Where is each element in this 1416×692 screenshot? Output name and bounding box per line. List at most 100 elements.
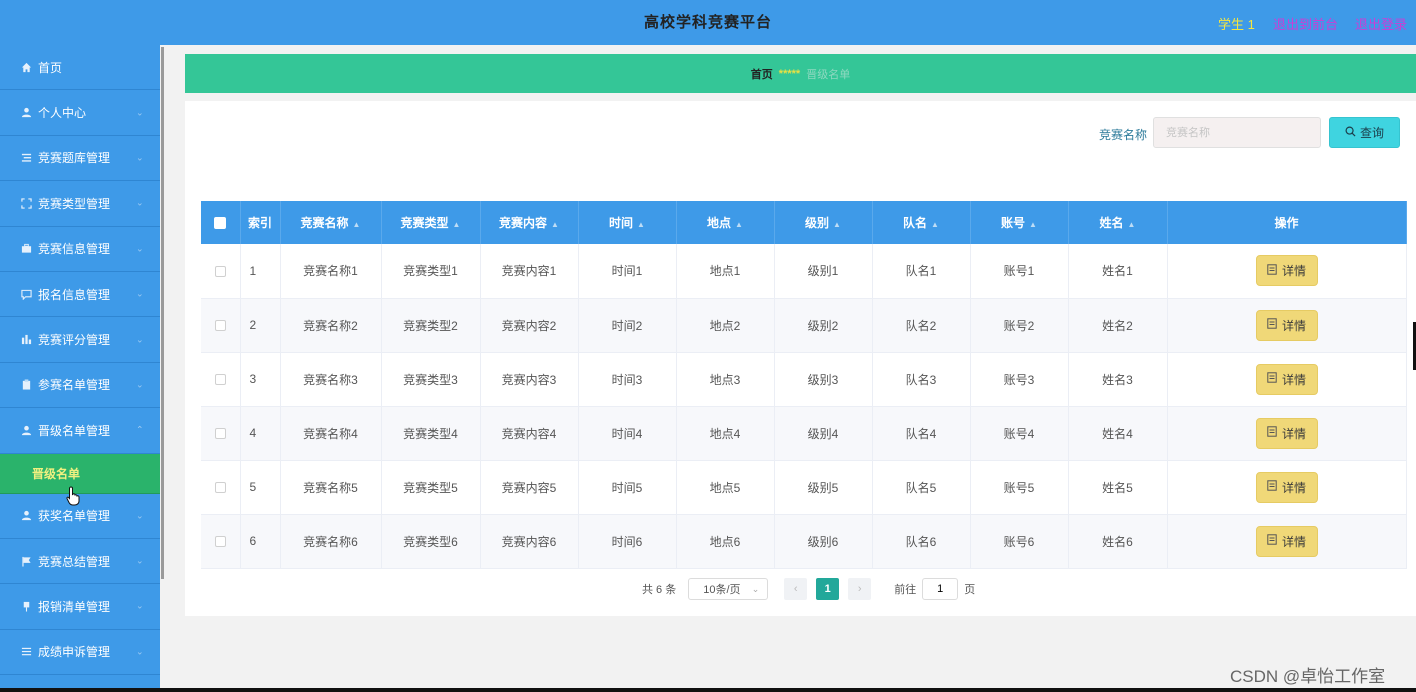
sidebar-item-reimbursement[interactable]: 报销清单管理 ⌄ [0,584,160,630]
detail-button[interactable]: 详情 [1255,525,1318,557]
sidebar-item-scoring[interactable]: 竞赛评分管理 ⌄ [0,317,160,363]
select-all-checkbox[interactable] [201,201,241,244]
pin-icon [20,600,32,612]
row-checkbox[interactable] [201,298,241,353]
row-checkbox[interactable] [201,460,241,515]
cell-content: 竞赛内容6 [480,514,579,569]
sidebar-item-label: 报名信息管理 [38,287,111,302]
sidebar-scrollbar[interactable] [161,47,164,579]
column-header-time[interactable]: 时间 ▲︎ [578,201,677,244]
row-checkbox[interactable] [201,352,241,407]
breadcrumb: 首页 ***** 晋级名单 [185,54,1416,93]
goto-page-input[interactable] [922,578,959,600]
chevron-down-icon: ⌄ [136,600,144,611]
column-header-level[interactable]: 级别 ▲︎ [774,201,873,244]
sidebar-item-promotion[interactable]: 晋级名单管理 ⌃ [0,408,160,454]
prev-page-button[interactable]: ‹ [784,578,808,600]
page-size-select[interactable]: 10条/页 ⌄ [688,578,769,600]
table-row: 1 竞赛名称1 竞赛类型1 竞赛内容1 时间1 地点1 级别1 队名1 账号1 姓名1 详情 [201,244,1407,299]
sort-icon[interactable]: ▲︎ [931,220,939,229]
watermark: CSDN @卓怡工作室 [1230,667,1386,686]
detail-button[interactable]: 详情 [1255,309,1318,341]
cell-index: 2 [240,298,281,353]
sidebar-item-label: 首页 [38,60,63,75]
cell-team: 队名1 [872,244,971,299]
sort-icon[interactable]: ▲︎ [1029,220,1037,229]
detail-button[interactable]: 详情 [1255,363,1318,395]
row-checkbox[interactable] [201,244,241,299]
next-page-button[interactable]: › [848,578,872,600]
cell-actions: 详情 [1167,406,1407,461]
column-header-place[interactable]: 地点 ▲︎ [676,201,775,244]
sort-icon[interactable]: ▲︎ [1128,220,1136,229]
column-header-content[interactable]: 竞赛内容 ▲︎ [480,201,579,244]
document-icon [1267,264,1277,278]
cell-account: 账号5 [970,460,1069,515]
cell-content: 竞赛内容4 [480,406,579,461]
back-to-frontend-link[interactable]: 退出到前台 [1273,14,1338,33]
chevron-left-icon: ‹ [793,583,798,595]
search-button[interactable]: 查询 [1329,117,1400,148]
cell-person: 姓名6 [1068,514,1168,569]
search-input[interactable] [1153,117,1321,148]
sidebar-item-participants[interactable]: 参赛名单管理 ⌄ [0,363,160,409]
cell-index: 4 [240,406,281,461]
sidebar-item-label: 竞赛题库管理 [38,151,111,166]
chevron-down-icon: ⌄ [136,334,144,345]
column-header-name[interactable]: 竞赛名称 ▲︎ [280,201,382,244]
table-row: 4 竞赛名称4 竞赛类型4 竞赛内容4 时间4 地点4 级别4 队名4 账号4 姓名4 详情 [201,406,1407,461]
column-header-person[interactable]: 姓名 ▲︎ [1068,201,1168,244]
document-icon [1267,480,1277,494]
sort-icon[interactable]: ▲︎ [551,220,559,229]
menu-icon [20,646,32,658]
row-checkbox[interactable] [201,406,241,461]
cell-actions: 详情 [1167,514,1407,569]
detail-button[interactable]: 详情 [1255,255,1318,287]
sort-icon[interactable]: ▲︎ [637,220,645,229]
logout-link[interactable]: 退出登录 [1355,14,1407,33]
cell-team: 队名5 [872,460,971,515]
user-icon [20,510,32,522]
cell-person: 姓名5 [1068,460,1168,515]
sort-icon[interactable]: ▲︎ [353,220,361,229]
cell-index: 1 [240,244,281,299]
cell-name: 竞赛名称6 [280,514,382,569]
sidebar-item-home[interactable]: 首页 [0,45,160,91]
sidebar-item-appeal[interactable]: 成绩申诉管理 ⌄ [0,630,160,676]
cell-level: 级别6 [774,514,873,569]
cell-place: 地点1 [676,244,775,299]
cell-level: 级别5 [774,460,873,515]
sidebar-item-registration[interactable]: 报名信息管理 ⌄ [0,272,160,318]
chevron-up-icon: ⌃ [136,424,144,435]
breadcrumb-home[interactable]: 首页 [751,66,773,82]
column-header-type[interactable]: 竞赛类型 ▲︎ [381,201,481,244]
detail-button[interactable]: 详情 [1255,471,1318,503]
sort-icon[interactable]: ▲︎ [735,220,743,229]
cell-time: 时间1 [578,244,677,299]
sort-icon[interactable]: ▲︎ [453,220,461,229]
cell-content: 竞赛内容5 [480,460,579,515]
page-number-button[interactable]: 1 [816,578,840,600]
briefcase-icon [20,243,32,255]
detail-button[interactable]: 详情 [1255,417,1318,449]
sidebar-item-question-bank[interactable]: 竞赛题库管理 ⌄ [0,136,160,182]
column-header-actions: 操作 [1167,201,1407,244]
row-checkbox[interactable] [201,514,241,569]
cell-time: 时间3 [578,352,677,407]
sidebar-item-personal-center[interactable]: 个人中心 ⌄ [0,90,160,136]
flag-icon [20,555,32,567]
cell-place: 地点4 [676,406,775,461]
sort-icon[interactable]: ▲︎ [833,220,841,229]
document-icon [1267,534,1277,548]
cell-place: 地点3 [676,352,775,407]
column-header-account[interactable]: 账号 ▲︎ [970,201,1069,244]
sidebar-item-summary[interactable]: 竞赛总结管理 ⌄ [0,539,160,585]
column-header-team[interactable]: 队名 ▲︎ [872,201,971,244]
cell-name: 竞赛名称2 [280,298,382,353]
cell-content: 竞赛内容2 [480,298,579,353]
sidebar-item-competition-type[interactable]: 竞赛类型管理 ⌄ [0,181,160,227]
sidebar-item-competition-info[interactable]: 竞赛信息管理 ⌄ [0,227,160,272]
cell-account: 账号1 [970,244,1069,299]
cell-level: 级别1 [774,244,873,299]
hand-cursor-icon [66,486,82,512]
